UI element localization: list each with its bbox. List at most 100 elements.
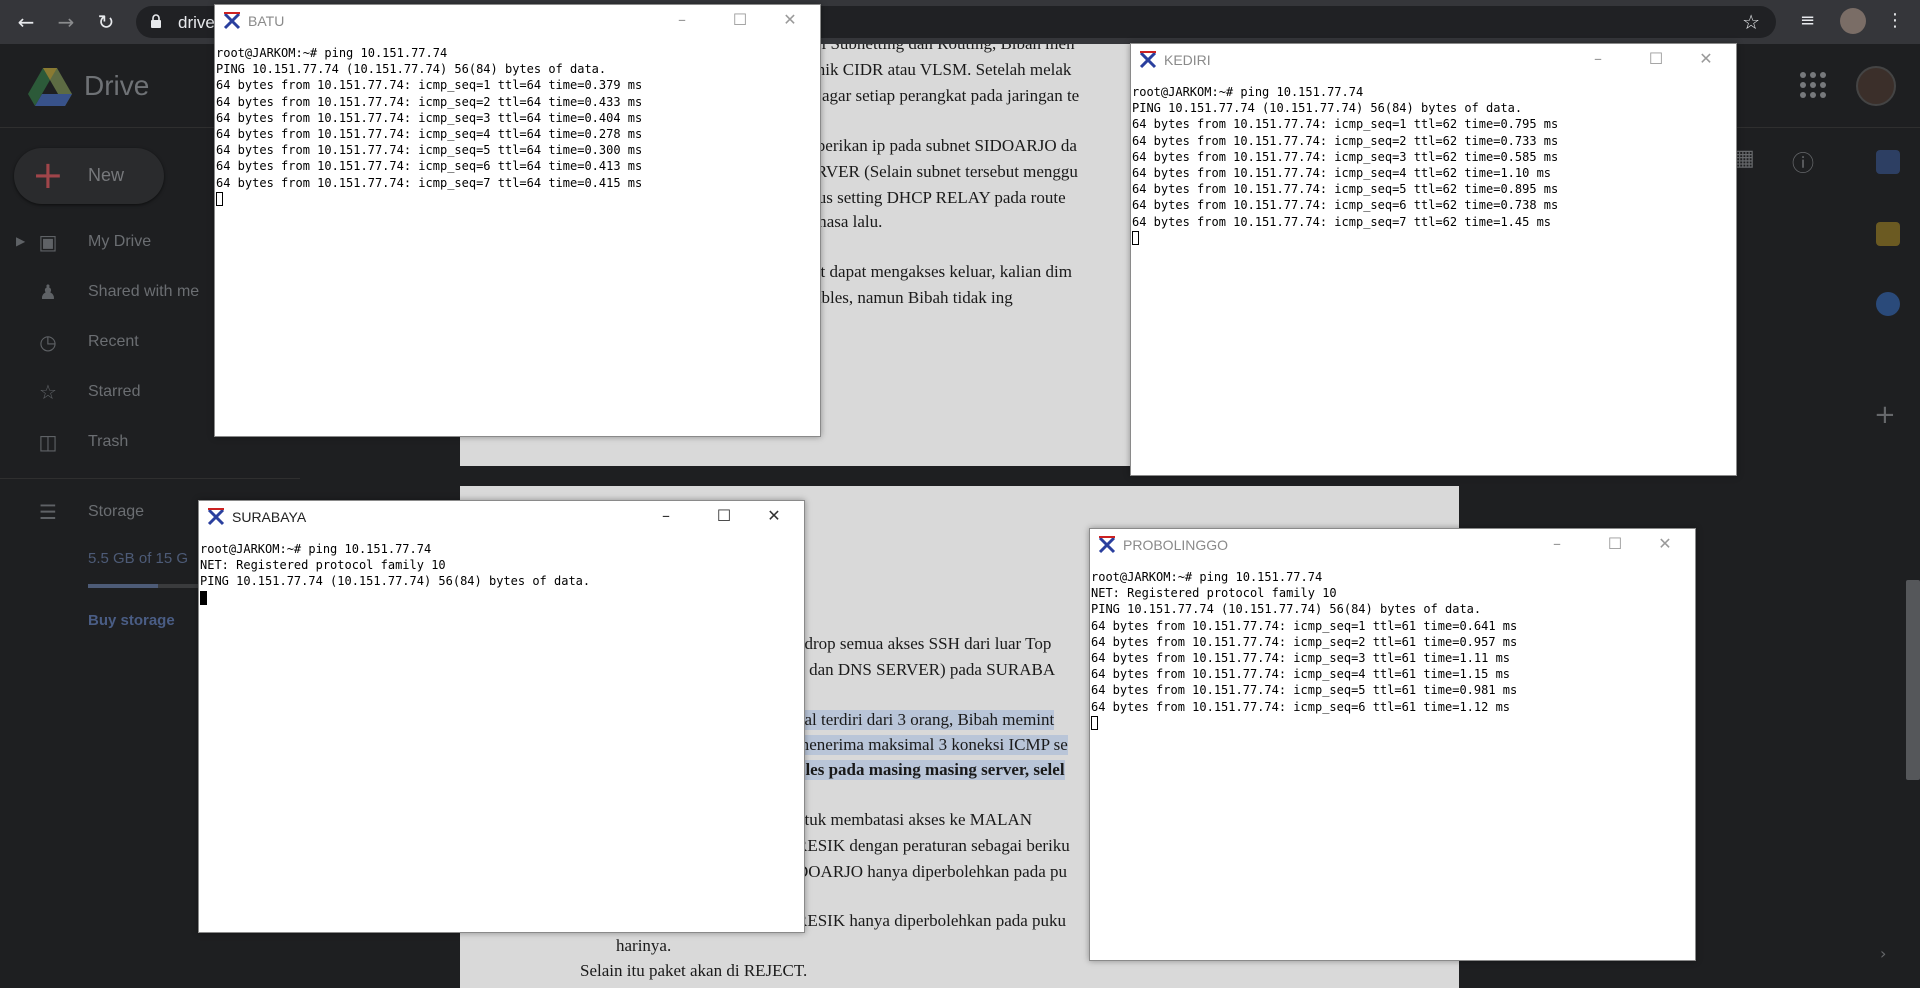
window-title: KEDIRI <box>1164 52 1211 68</box>
sidebar-item-label: My Drive <box>88 233 152 250</box>
chevron-right-icon[interactable]: › <box>1880 944 1886 963</box>
terminal-window-surabaya[interactable]: SURABAYA – ☐ ✕ root@JARKOM:~# ping 10.15… <box>198 500 805 933</box>
terminal-line: 64 bytes from 10.151.77.74: icmp_seq=2 t… <box>1132 133 1559 148</box>
minimize-icon[interactable]: – <box>652 505 680 527</box>
terminal-window-probolinggo[interactable]: PROBOLINGGO – ☐ ✕ root@JARKOM:~# ping 10… <box>1089 528 1696 961</box>
doc-line: DOARJO hanya diperbolehkan pada pu <box>796 862 1067 881</box>
terminal-line: PING 10.151.77.74 (10.151.77.74) 56(84) … <box>1132 101 1523 116</box>
xterm-x-icon <box>1098 536 1116 554</box>
maximize-icon[interactable]: ☐ <box>1601 533 1629 555</box>
terminal-line: 64 bytes from 10.151.77.74: icmp_seq=7 t… <box>1132 214 1552 229</box>
my-drive-icon: ▣ <box>38 230 58 254</box>
terminal-line: 64 bytes from 10.151.77.74: icmp_seq=7 t… <box>216 175 643 190</box>
terminal-line: 64 bytes from 10.151.77.74: icmp_seq=5 t… <box>1091 683 1518 698</box>
terminal-line: 64 bytes from 10.151.77.74: icmp_seq=5 t… <box>216 143 643 158</box>
terminal-line: 64 bytes from 10.151.77.74: icmp_seq=1 t… <box>1132 117 1559 132</box>
account-avatar[interactable] <box>1856 66 1896 106</box>
xterm-x-icon <box>223 12 241 30</box>
doc-line: harus setting DHCP RELAY pada route <box>796 188 1066 207</box>
forward-arrow-icon[interactable]: → <box>54 10 78 34</box>
doc-line: ndrop semua akses SSH dari luar Top <box>796 634 1052 653</box>
apps-grid-icon[interactable] <box>1800 72 1826 98</box>
close-icon[interactable]: ✕ <box>1651 533 1679 555</box>
terminal-output[interactable]: root@JARKOM:~# ping 10.151.77.74 NET: Reg… <box>200 541 803 931</box>
terminal-line: 64 bytes from 10.151.77.74: icmp_seq=6 t… <box>1132 198 1559 213</box>
scrollbar[interactable] <box>1906 580 1920 780</box>
terminal-window-kediri[interactable]: KEDIRI – ☐ ✕ root@JARKOM:~# ping 10.151.… <box>1130 43 1737 476</box>
storage-usage-text: 5.5 GB of 15 G <box>88 550 189 567</box>
doc-line: P dan DNS SERVER) pada SURABA <box>796 660 1056 679</box>
maximize-icon[interactable]: ☐ <box>726 9 754 31</box>
calendar-icon[interactable] <box>1876 150 1900 174</box>
url-text: drive <box>178 13 215 32</box>
maximize-icon[interactable]: ☐ <box>710 505 738 527</box>
clock-icon: ◷ <box>39 330 57 354</box>
terminal-cursor <box>216 191 223 206</box>
doc-line: ajari Subnetting dan Routing, Bibah men <box>796 44 1075 54</box>
terminal-line: PING 10.151.77.74 (10.151.77.74) 56(84) … <box>200 574 591 589</box>
terminal-line: 64 bytes from 10.151.77.74: icmp_seq=1 t… <box>216 78 643 93</box>
storage-icon: ☰ <box>39 500 57 524</box>
profile-icon[interactable] <box>1840 8 1866 34</box>
maximize-icon[interactable]: ☐ <box>1642 48 1670 70</box>
terminal-window-batu[interactable]: BATU – ☐ ✕ root@JARKOM:~# ping 10.151.77… <box>214 4 821 437</box>
keep-icon[interactable] <box>1876 222 1900 246</box>
sidebar-item-label: Storage <box>88 503 145 520</box>
plus-icon: + <box>32 153 64 197</box>
terminal-line: NET: Registered protocol family 10 <box>200 558 446 573</box>
close-icon[interactable]: ✕ <box>776 9 804 31</box>
terminal-line: 64 bytes from 10.151.77.74: icmp_seq=6 t… <box>216 159 643 174</box>
expand-arrow-icon[interactable]: ▶ <box>16 234 25 248</box>
reading-list-icon[interactable]: ≡ <box>1800 10 1815 31</box>
doc-line: harinya. <box>616 936 672 955</box>
star-icon[interactable]: ☆ <box>1742 10 1760 34</box>
reload-icon[interactable]: ↻ <box>94 10 118 34</box>
terminal-line: 64 bytes from 10.151.77.74: icmp_seq=6 t… <box>1091 699 1511 714</box>
doc-line: iptables, namun Bibah tidak ing <box>796 288 1013 307</box>
star-icon: ☆ <box>39 380 57 404</box>
new-button-label: New <box>88 165 125 185</box>
kebab-menu-icon[interactable]: ⋮ <box>1886 10 1904 31</box>
back-arrow-icon[interactable]: ← <box>14 10 38 34</box>
terminal-line: 64 bytes from 10.151.77.74: icmp_seq=2 t… <box>1091 634 1518 649</box>
terminal-output[interactable]: root@JARKOM:~# ping 10.151.77.74 PING 10.… <box>1132 84 1735 474</box>
window-titlebar[interactable]: KEDIRI – ☐ ✕ <box>1131 44 1736 74</box>
new-button[interactable]: + New <box>14 148 164 204</box>
xterm-x-icon <box>1139 51 1157 69</box>
terminal-line: PING 10.151.77.74 (10.151.77.74) 56(84) … <box>216 62 607 77</box>
window-title: BATU <box>248 13 285 29</box>
info-icon[interactable]: ⓘ <box>1792 146 1814 178</box>
terminal-output[interactable]: root@JARKOM:~# ping 10.151.77.74 NET: Reg… <box>1091 569 1694 959</box>
grid-view-icon[interactable]: ▦ <box>1734 146 1755 171</box>
terminal-line: root@JARKOM:~# ping 10.151.77.74 <box>216 46 448 60</box>
terminal-output[interactable]: root@JARKOM:~# ping 10.151.77.74 PING 10.… <box>216 45 819 435</box>
close-icon[interactable]: ✕ <box>760 505 788 527</box>
window-titlebar[interactable]: PROBOLINGGO – ☐ ✕ <box>1090 529 1695 559</box>
terminal-line: 64 bytes from 10.151.77.74: icmp_seq=1 t… <box>1091 618 1518 633</box>
minimize-icon[interactable]: – <box>1584 48 1612 70</box>
sidebar-divider <box>0 478 300 479</box>
doc-line: buat dapat mengakses keluar, kalian dim <box>796 262 1072 281</box>
terminal-cursor <box>1132 230 1139 245</box>
terminal-cursor <box>200 590 207 605</box>
window-title: PROBOLINGGO <box>1123 537 1229 553</box>
tasks-icon[interactable] <box>1876 292 1900 316</box>
window-titlebar[interactable]: BATU – ☐ ✕ <box>215 5 820 35</box>
close-icon[interactable]: ✕ <box>1692 48 1720 70</box>
terminal-line: 64 bytes from 10.151.77.74: icmp_seq=3 t… <box>216 110 643 125</box>
minimize-icon[interactable]: – <box>1543 533 1571 555</box>
storage-usage-fill <box>88 584 159 588</box>
doc-line-highlighted: bles pada masing masing server, selel <box>796 760 1065 780</box>
sidebar-item-label: Shared with me <box>88 283 200 300</box>
terminal-line: 64 bytes from 10.151.77.74: icmp_seq=5 t… <box>1132 182 1559 197</box>
terminal-cursor <box>1091 715 1098 730</box>
terminal-line: 64 bytes from 10.151.77.74: icmp_seq=3 t… <box>1091 651 1511 666</box>
window-titlebar[interactable]: SURABAYA – ☐ ✕ <box>199 501 804 531</box>
add-addon-icon[interactable]: + <box>1874 400 1896 430</box>
doc-line: RESIK dengan peraturan sebagai beriku <box>796 836 1070 855</box>
doc-line: RESIK hanya diperbolehkan pada puku <box>796 911 1067 930</box>
buy-storage-link[interactable]: Buy storage <box>88 612 175 629</box>
terminal-line: root@JARKOM:~# ping 10.151.77.74 <box>200 542 432 556</box>
terminal-line: 64 bytes from 10.151.77.74: icmp_seq=4 t… <box>1091 667 1511 682</box>
minimize-icon[interactable]: – <box>668 9 696 31</box>
